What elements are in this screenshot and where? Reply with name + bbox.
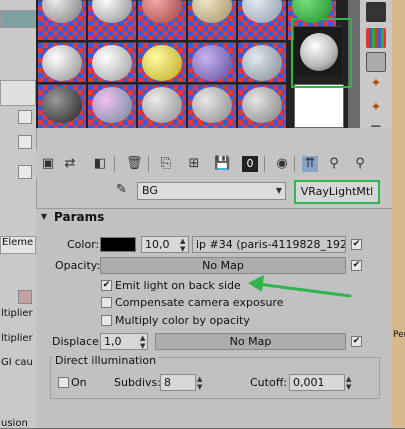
background-tab: Eleme: [0, 236, 36, 254]
selected-slot-highlight: [291, 18, 352, 88]
background-viewport-right: Pers: [392, 0, 405, 428]
go-forward-to-sibling-icon[interactable]: ⚲: [352, 156, 368, 172]
uv-tiling-icon[interactable]: [366, 52, 386, 72]
delete-icon[interactable]: 🗑: [126, 156, 143, 172]
chevron-down-icon[interactable]: ▼: [272, 182, 286, 200]
displace-map-checkbox[interactable]: ✔: [351, 336, 362, 347]
material-id-icon[interactable]: 0: [242, 156, 258, 172]
assign-material-icon[interactable]: ◧: [92, 156, 108, 172]
emit-back-side-label: Emit light on back side: [115, 279, 241, 292]
material-slot[interactable]: [188, 84, 236, 128]
editor-toolbar: ▣ ⇄ ◧ 🗑 ⎘ ⊞ 💾 0 ◉ ⇈ ⚲ ⚲: [36, 150, 392, 178]
multiply-opacity-checkbox[interactable]: [101, 315, 112, 326]
cutoff-label: Cutoff:: [250, 376, 287, 389]
put-to-scene-icon[interactable]: ⇄: [62, 156, 78, 172]
cutoff-field[interactable]: 0,001: [289, 374, 345, 391]
spinner-icon[interactable]: ▲ ▼: [346, 375, 351, 391]
go-to-parent-icon[interactable]: ⚲: [326, 156, 342, 172]
cut-off-text: ltiplier: [1, 308, 33, 319]
color-map-button[interactable]: ip #34 (paris-4119828_1920.jp: [192, 236, 346, 253]
displace-map-button[interactable]: No Map: [155, 333, 346, 350]
video-check-icon[interactable]: ✦: [366, 76, 386, 96]
background-viewport-thumb: [0, 10, 36, 28]
opacity-label: Opacity:: [55, 259, 101, 272]
material-slot[interactable]: [238, 0, 286, 40]
material-slot[interactable]: [88, 0, 136, 40]
displace-label: Displace:: [52, 335, 103, 348]
material-slot[interactable]: [188, 0, 236, 40]
subdivs-label: Subdivs:: [114, 376, 161, 389]
material-slot[interactable]: [188, 42, 236, 82]
color-label: Color:: [67, 238, 100, 251]
get-material-icon[interactable]: ▣: [40, 156, 56, 172]
make-unique-icon[interactable]: ⎘: [158, 156, 174, 172]
spinner-icon[interactable]: ▲ ▼: [197, 375, 202, 391]
cut-off-text: usion: [1, 418, 28, 429]
cut-off-text: Eleme: [2, 237, 34, 248]
material-slot[interactable]: [38, 0, 86, 40]
background-icon[interactable]: [366, 28, 386, 48]
material-type-button[interactable]: VRayLightMtl: [294, 180, 380, 204]
rollout-title[interactable]: Params: [54, 210, 104, 224]
background-field: [0, 80, 36, 106]
show-map-icon[interactable]: ◉: [274, 156, 290, 172]
spinner-icon[interactable]: ▲ ▼: [140, 334, 145, 350]
preview-icon[interactable]: ✦: [366, 100, 386, 120]
separator: [264, 156, 265, 172]
show-end-result-icon[interactable]: ⇈: [302, 156, 318, 172]
sample-type-icon[interactable]: [366, 2, 386, 22]
background-panel-left: Eleme ltiplier ltiplier GI cau usion: [0, 0, 36, 429]
direct-illumination-title: Direct illumination: [53, 354, 159, 367]
color-swatch[interactable]: [100, 237, 136, 252]
emit-back-side-checkbox[interactable]: ✔: [101, 280, 112, 291]
cut-off-text: GI cau: [1, 357, 33, 368]
material-slot[interactable]: [38, 84, 86, 128]
background-button: [18, 110, 32, 124]
annotation-arrow: [248, 275, 352, 298]
subdivs-field[interactable]: 8: [160, 374, 196, 391]
color-map-checkbox[interactable]: ✔: [351, 239, 362, 250]
eyedropper-icon[interactable]: ✎: [116, 182, 130, 198]
background-button: [18, 165, 32, 179]
background-swatch: [18, 290, 32, 304]
compensate-exposure-checkbox[interactable]: [101, 297, 112, 308]
put-to-library-icon[interactable]: ⊞: [186, 156, 202, 172]
cut-off-text: ltiplier: [1, 333, 33, 344]
opacity-map-checkbox[interactable]: ✔: [351, 260, 362, 271]
material-slot[interactable]: [238, 42, 286, 82]
direct-on-label: On: [71, 376, 87, 389]
multiply-opacity-label: Multiply color by opacity: [115, 314, 250, 327]
cut-off-text: Pers: [393, 330, 405, 340]
material-name-field[interactable]: BG: [137, 182, 286, 200]
rollout-toggle-icon[interactable]: ▼: [41, 212, 47, 221]
material-slot[interactable]: [238, 84, 286, 128]
background-button: [18, 135, 32, 149]
save-icon[interactable]: 💾: [214, 156, 230, 172]
material-slot[interactable]: [138, 42, 186, 82]
direct-on-checkbox[interactable]: [58, 377, 69, 388]
material-slot[interactable]: [138, 84, 186, 128]
spinner-icon[interactable]: ▲ ▼: [180, 237, 185, 253]
material-slot[interactable]: [294, 84, 344, 128]
separator: [148, 156, 149, 172]
material-slot[interactable]: [88, 84, 136, 128]
separator: [114, 156, 115, 172]
material-slot[interactable]: [38, 42, 86, 82]
material-slot[interactable]: [88, 42, 136, 82]
separator: [294, 156, 295, 172]
material-slot[interactable]: [138, 0, 186, 40]
